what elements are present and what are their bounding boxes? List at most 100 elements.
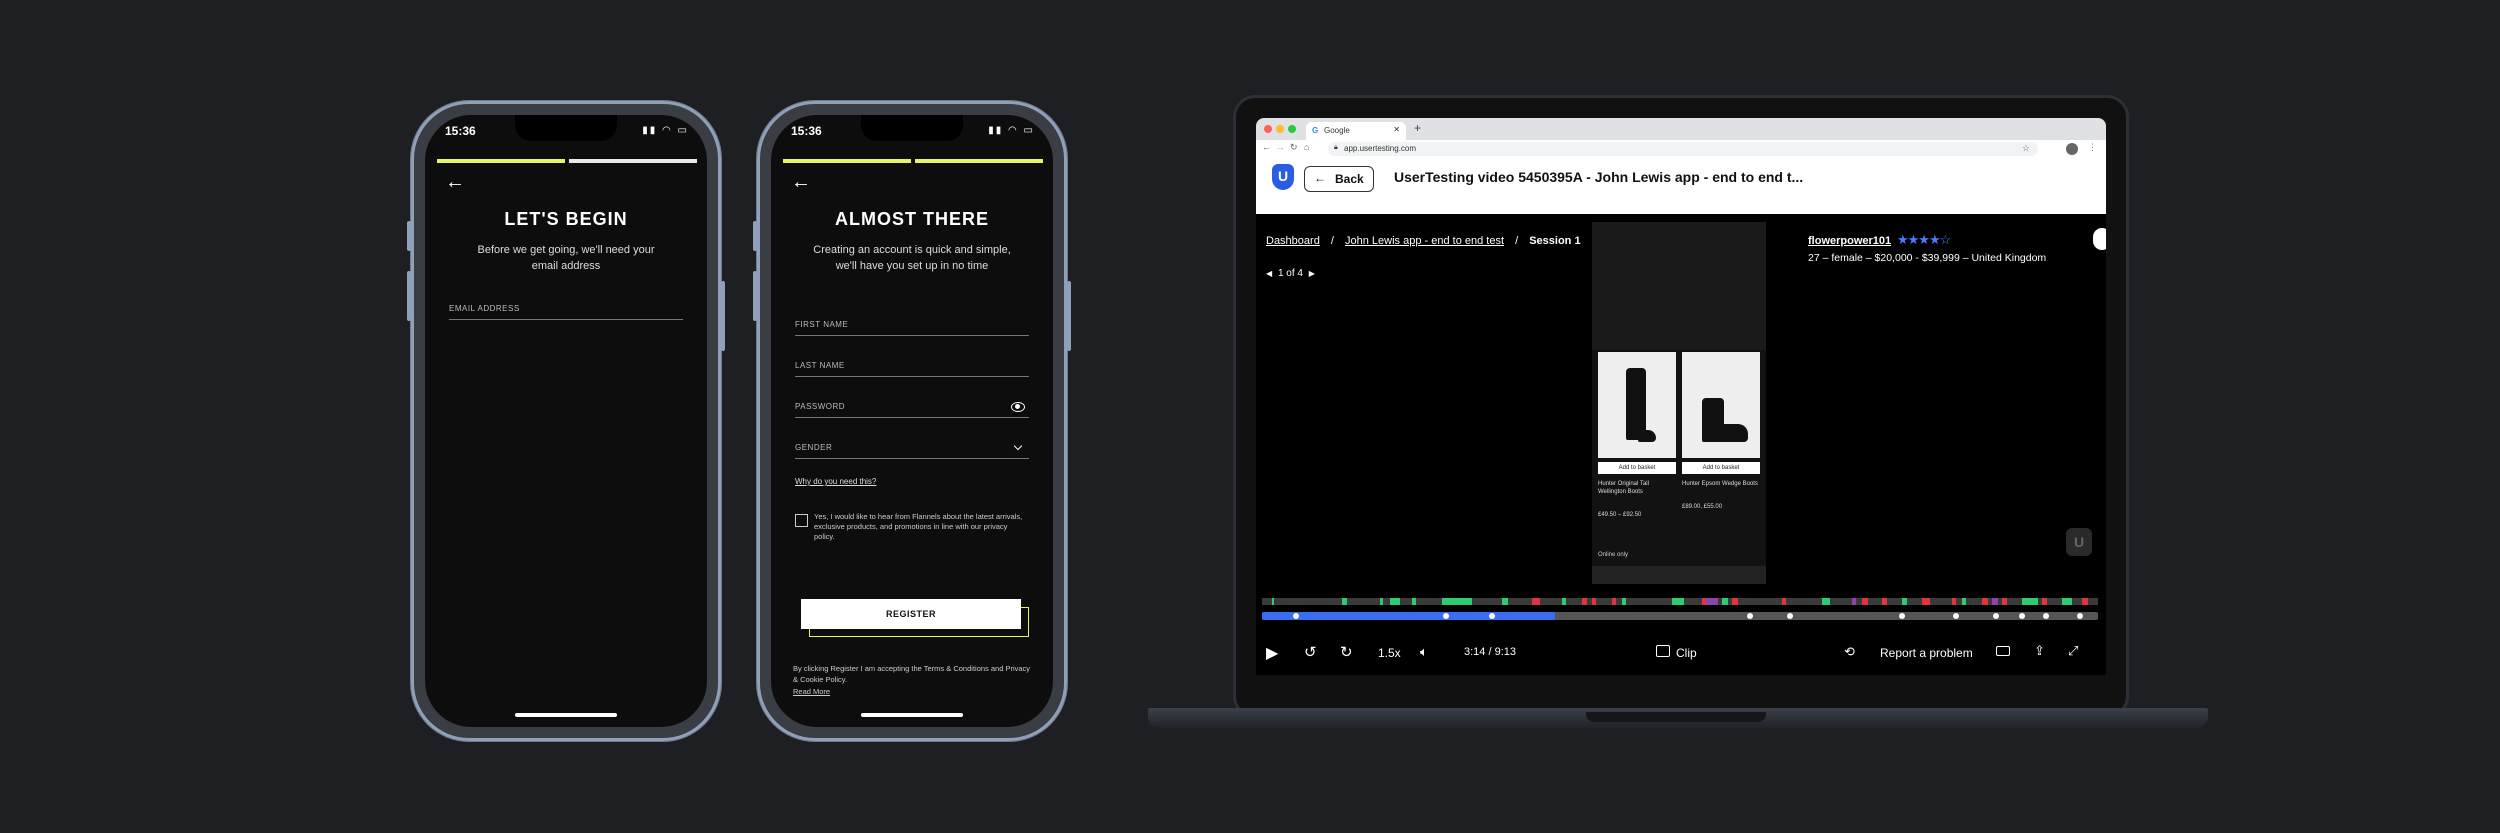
app-header: U ← Back UserTesting video 5450395A - Jo…: [1256, 158, 2106, 214]
rewind-icon[interactable]: ↺: [1304, 643, 1317, 661]
pager-text: 1 of 4: [1277, 268, 1303, 279]
progress-step-active: [915, 159, 1043, 163]
tab-title: Google: [1324, 126, 1350, 135]
add-to-basket-label: Add to basket: [1702, 465, 1740, 471]
password-label: PASSWORD: [795, 402, 846, 411]
marketing-checkbox[interactable]: [795, 514, 808, 527]
tab-google[interactable]: G Google ✕: [1306, 122, 1406, 140]
forward-icon[interactable]: ↻: [1340, 643, 1353, 661]
home-indicator: [515, 713, 617, 717]
play-icon[interactable]: ▶: [1266, 643, 1278, 663]
recording-tab-bar: [1592, 566, 1766, 584]
task-markers-track[interactable]: [1262, 598, 2098, 605]
add-to-basket-button[interactable]: Add to basket: [1682, 462, 1760, 474]
tester-demographics: 27 – female – $20,000 - $39,999 – United…: [1808, 252, 2047, 264]
breadcrumb: Dashboard / John Lewis app - end to end …: [1266, 235, 1581, 247]
read-more-link[interactable]: Read More: [793, 687, 830, 696]
breadcrumb-separator: /: [1515, 235, 1519, 247]
video-title: UserTesting video 5450395A - John Lewis …: [1394, 169, 1804, 185]
close-tab-icon[interactable]: ✕: [1393, 125, 1400, 134]
tester-name[interactable]: flowerpower101: [1808, 235, 1891, 247]
email-field[interactable]: EMAIL ADDRESS: [449, 293, 683, 320]
time-display: 3:14 / 9:13: [1464, 646, 1516, 658]
usertesting-watermark-icon: U: [2066, 528, 2092, 556]
fullscreen-icon[interactable]: ⤢: [2068, 643, 2078, 659]
last-name-field[interactable]: LAST NAME: [795, 350, 1029, 377]
product-name: Hunter Epsom Wedge Boots: [1682, 481, 1758, 487]
marketing-text: Yes, I would like to hear from Flannels …: [814, 512, 1023, 541]
browser-window: G Google ✕ + ← → ↻ ⌂ 🔒︎ app.usertesting.…: [1256, 118, 2106, 675]
phone-side-button: [1067, 281, 1071, 351]
add-to-basket-label: Add to basket: [1618, 465, 1656, 471]
register-button[interactable]: REGISTER: [801, 599, 1021, 629]
home-indicator: [861, 713, 963, 717]
chevron-down-icon: [1013, 441, 1023, 451]
recording-top-area: [1592, 222, 1766, 350]
player-controls: ▶ ↺ ↻ 1.5x 🔈︎ 3:14 / 9:13 Clip ⟲ Report …: [1256, 638, 2106, 668]
laptop-base-notch: [1586, 712, 1766, 722]
back-arrow-icon[interactable]: ←: [791, 171, 811, 194]
maximize-window-dot[interactable]: [1288, 125, 1296, 133]
gender-select[interactable]: GENDER: [795, 432, 1029, 459]
first-name-field[interactable]: FIRST NAME: [795, 309, 1029, 336]
eye-icon[interactable]: [1011, 402, 1025, 412]
password-field[interactable]: PASSWORD: [795, 391, 1029, 418]
home-icon[interactable]: ⌂: [1304, 142, 1309, 152]
usertesting-logo[interactable]: U: [1272, 164, 1294, 190]
page-subtitle: Before we get going, we'll need your ema…: [477, 244, 655, 272]
boot-shape: [1638, 430, 1656, 442]
new-tab-button[interactable]: +: [1414, 121, 1421, 135]
bookmark-star-icon[interactable]: ☆: [2022, 143, 2030, 154]
online-only-label: Online only: [1598, 552, 1629, 558]
playback-speed[interactable]: 1.5x: [1378, 646, 1401, 660]
menu-dots-icon[interactable]: ⋮: [2088, 142, 2097, 153]
clip-button[interactable]: Clip: [1676, 646, 1697, 660]
phone-side-button: [753, 221, 757, 251]
breadcrumb-dashboard[interactable]: Dashboard: [1266, 235, 1320, 247]
phone-screen: 15:36 ▮▮ ◠ ▭ ← ALMOST THERE Creating an …: [771, 115, 1053, 727]
arrow-left-icon: ←: [1314, 171, 1326, 185]
close-window-dot[interactable]: [1264, 125, 1272, 133]
boot-shape: [1712, 424, 1748, 442]
nav-back-icon[interactable]: ←: [1262, 142, 1271, 152]
product-image-welly: [1598, 352, 1676, 458]
tab-bar: G Google ✕ +: [1256, 118, 2106, 140]
page-subtitle: Creating an account is quick and simple,…: [813, 244, 1011, 272]
reload-icon[interactable]: ↻: [1290, 142, 1298, 153]
report-problem-button[interactable]: Report a problem: [1880, 646, 1973, 660]
breadcrumb-test[interactable]: John Lewis app - end to end test: [1345, 235, 1504, 247]
minimize-window-dot[interactable]: [1276, 125, 1284, 133]
product-price: £89.00, £55.00: [1682, 504, 1723, 510]
breadcrumb-session: Session 1: [1529, 235, 1581, 247]
status-icons: ▮▮ ◠ ▭: [988, 125, 1035, 136]
recording-frame: Add to basket Add to basket Hunter Origi…: [1592, 222, 1766, 584]
nav-forward-icon[interactable]: →: [1276, 142, 1285, 152]
clip-icon[interactable]: [1656, 645, 1670, 657]
why-link[interactable]: Why do you need this?: [795, 477, 876, 486]
add-to-basket-button[interactable]: Add to basket: [1598, 462, 1676, 474]
session-pager: ◀ 1 of 4 ▶: [1266, 268, 1315, 279]
status-time: 15:36: [445, 124, 476, 138]
back-button[interactable]: ← Back: [1304, 166, 1374, 192]
page-title: ALMOST THERE: [835, 209, 989, 229]
volume-icon[interactable]: 🔈︎: [1420, 644, 1428, 660]
back-label: Back: [1335, 172, 1364, 186]
next-session-icon[interactable]: ▶: [1309, 269, 1315, 278]
prev-session-icon[interactable]: ◀: [1266, 269, 1272, 278]
progress-step-inactive: [569, 159, 697, 163]
note-markers: [1293, 613, 2083, 619]
progress-step-complete: [783, 159, 911, 163]
video-scrubber[interactable]: [1262, 612, 2098, 620]
phone-notch: [515, 115, 617, 141]
terms-text: By clicking Register I am accepting the …: [793, 664, 1031, 684]
captions-icon[interactable]: [1996, 646, 2010, 656]
phone-left: 15:36 ▮▮ ◠ ▭ ← LET'S BEGIN Before we get…: [407, 101, 725, 741]
back-arrow-icon[interactable]: ←: [445, 171, 465, 194]
side-panel-toggle[interactable]: [2093, 228, 2106, 250]
profile-avatar[interactable]: [2066, 143, 2078, 155]
sync-icon[interactable]: ⟲: [1844, 644, 1855, 660]
url-field[interactable]: 🔒︎ app.usertesting.com ☆: [1328, 142, 2038, 156]
share-icon[interactable]: ⇪: [2034, 643, 2045, 659]
task-markers: [1272, 598, 2088, 605]
product-name: Hunter Original Tall Wellington Boots: [1598, 481, 1649, 495]
